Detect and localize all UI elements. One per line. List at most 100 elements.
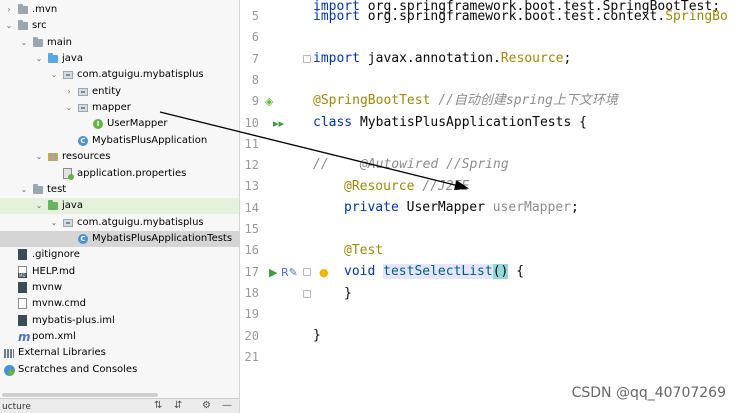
- code-editor[interactable]: 5 6 7 8 9 10 11 12 13 14 15 16 17 18 19 20 21 ◈ ▸▸ ▶ R✎ ● imp…: [241, 0, 740, 413]
- collapse-all-icon[interactable]: ⇵: [174, 399, 182, 413]
- code-line-18: }: [344, 286, 352, 301]
- tree-item[interactable]: ⌄ test: [0, 182, 239, 198]
- tree-item[interactable]: .gitignore: [0, 247, 239, 263]
- line-number: 12: [244, 158, 259, 173]
- tree-item[interactable]: mvnw: [0, 280, 239, 296]
- chevron-down-icon[interactable]: ⌄: [34, 198, 44, 214]
- line-number: 15: [244, 222, 259, 236]
- chevron-down-icon[interactable]: ⌄: [49, 215, 59, 231]
- tree-item[interactable]: I UserMapper: [0, 116, 239, 132]
- tree-item-label: mvnw: [32, 281, 63, 293]
- structure-tool-bar: ucture ⇅ ⇵ ⚙ —: [0, 398, 239, 413]
- chevron-right-icon[interactable]: ›: [4, 2, 14, 18]
- code-line-12: // @Autowired //Spring: [313, 157, 509, 172]
- editor-gutter: 5 6 7 8 9 10 11 12 13 14 15 16 17 18 19 20 21 ◈ ▸▸ ▶ R✎ ●: [241, 0, 329, 413]
- tree-item[interactable]: ⌄ mapper: [0, 100, 239, 116]
- chevron-down-icon[interactable]: ⌄: [4, 18, 14, 34]
- tree-item[interactable]: m pom.xml: [0, 329, 239, 345]
- tree-item[interactable]: ⌄ java: [0, 51, 239, 67]
- tree-item[interactable]: mvnw.cmd: [0, 296, 239, 312]
- properties-file-icon: [63, 167, 74, 180]
- line-number: 11: [244, 136, 259, 151]
- cmd-file-icon: [18, 298, 27, 310]
- chevron-right-icon[interactable]: ›: [0, 345, 2, 361]
- chevron-down-icon[interactable]: ⌄: [34, 149, 44, 165]
- expand-all-icon[interactable]: ⇅: [154, 399, 162, 413]
- code-line-9: @SpringBootTest //自动创建spring上下文环境: [313, 93, 618, 108]
- line-number: 18: [244, 285, 259, 300]
- folder-icon: [33, 36, 43, 47]
- resources-folder-icon: [48, 153, 58, 162]
- tree-item-label: pom.xml: [32, 331, 76, 342]
- line-number: 9: [251, 94, 259, 109]
- class-icon: C: [78, 233, 88, 244]
- tree-item-label: External Libraries: [18, 347, 106, 359]
- line-number: 17: [244, 264, 259, 279]
- chevron-down-icon[interactable]: ⌄: [64, 100, 74, 116]
- fold-marker-icon[interactable]: [303, 55, 311, 63]
- tree-item[interactable]: mybatis-plus.iml: [0, 313, 239, 329]
- chevron-down-icon[interactable]: ⌄: [49, 67, 59, 83]
- run-test-icon[interactable]: ▶: [269, 262, 277, 283]
- package-icon: [63, 71, 73, 80]
- line-number: 21: [244, 349, 259, 364]
- tree-item[interactable]: ⌄ resources: [0, 149, 239, 165]
- package-icon: [78, 87, 88, 96]
- tree-item[interactable]: C MybatisPlusApplicationTests: [0, 230, 239, 247]
- gear-icon[interactable]: ⚙: [202, 399, 211, 413]
- chevron-right-icon[interactable]: ›: [64, 84, 74, 100]
- chevron-down-icon[interactable]: ⌄: [19, 35, 29, 51]
- tree-item[interactable]: application.properties: [0, 166, 239, 182]
- fold-marker-icon[interactable]: [303, 268, 311, 276]
- structure-tab-label[interactable]: ucture: [2, 400, 31, 413]
- edit-run-config-icon[interactable]: R✎: [281, 262, 298, 283]
- tree-item-label: java: [62, 200, 83, 212]
- horizontal-scrollbar[interactable]: [2, 393, 158, 397]
- run-tests-icon[interactable]: ▸▸: [273, 113, 284, 134]
- tree-item[interactable]: › .mvn: [0, 2, 239, 18]
- scratches-icon: [4, 364, 15, 376]
- fold-marker-icon[interactable]: [303, 290, 311, 298]
- line-number: 8: [251, 72, 259, 87]
- test-folder-icon: [48, 200, 58, 211]
- line-number: 10: [244, 115, 259, 130]
- folder-icon: [18, 4, 28, 14]
- source-folder-icon: [48, 53, 58, 64]
- tree-item[interactable]: C MybatisPlusApplication: [0, 133, 239, 149]
- code-line-5: import org.springframework.boot.test.con…: [313, 9, 728, 24]
- tree-item-label: mybatis-plus.iml: [32, 314, 115, 326]
- code-line-10: class MybatisPlusApplicationTests {: [313, 115, 587, 130]
- code-line-17: void testSelectList() {: [344, 264, 525, 279]
- spring-bean-icon[interactable]: ◈: [265, 91, 273, 112]
- line-number: 20: [244, 328, 259, 343]
- tree-item-label: src: [32, 20, 47, 32]
- code-line-7: import javax.annotation.Resource;: [313, 51, 572, 66]
- tree-item[interactable]: ⌄ main: [0, 35, 239, 51]
- tree-item[interactable]: Scratches and Consoles: [0, 362, 239, 378]
- gitignore-file-icon: [18, 249, 27, 261]
- interface-icon: I: [93, 119, 103, 130]
- chevron-down-icon[interactable]: ⌄: [34, 51, 44, 67]
- line-number: 6: [251, 30, 259, 45]
- line-number: 16: [244, 243, 259, 258]
- minimize-icon[interactable]: —: [222, 399, 232, 413]
- tree-item[interactable]: › External Libraries: [0, 345, 239, 361]
- line-number: 5: [251, 9, 259, 23]
- package-icon: [63, 218, 73, 227]
- tree-item-label: test: [47, 183, 67, 195]
- tree-item-label: HELP.md: [32, 265, 76, 277]
- chevron-down-icon[interactable]: ⌄: [19, 182, 29, 198]
- tree-item-label: MybatisPlusApplication: [92, 134, 208, 146]
- tree-item[interactable]: › entity: [0, 84, 239, 100]
- tree-item[interactable]: HELP.md: [0, 264, 239, 280]
- iml-file-icon: [18, 314, 27, 326]
- libraries-icon: [4, 349, 14, 359]
- code-line-13: @Resource //J2EE: [344, 179, 470, 194]
- tree-item-label: mvnw.cmd: [32, 298, 87, 310]
- tree-item[interactable]: ⌄ com.atguigu.mybatisplus: [0, 215, 239, 231]
- tree-item[interactable]: ⌄ java: [0, 198, 239, 215]
- tree-item[interactable]: ⌄ com.atguigu.mybatisplus: [0, 67, 239, 83]
- line-number: 19: [244, 307, 259, 322]
- package-icon: [78, 104, 88, 113]
- tree-item[interactable]: ⌄ src: [0, 18, 239, 34]
